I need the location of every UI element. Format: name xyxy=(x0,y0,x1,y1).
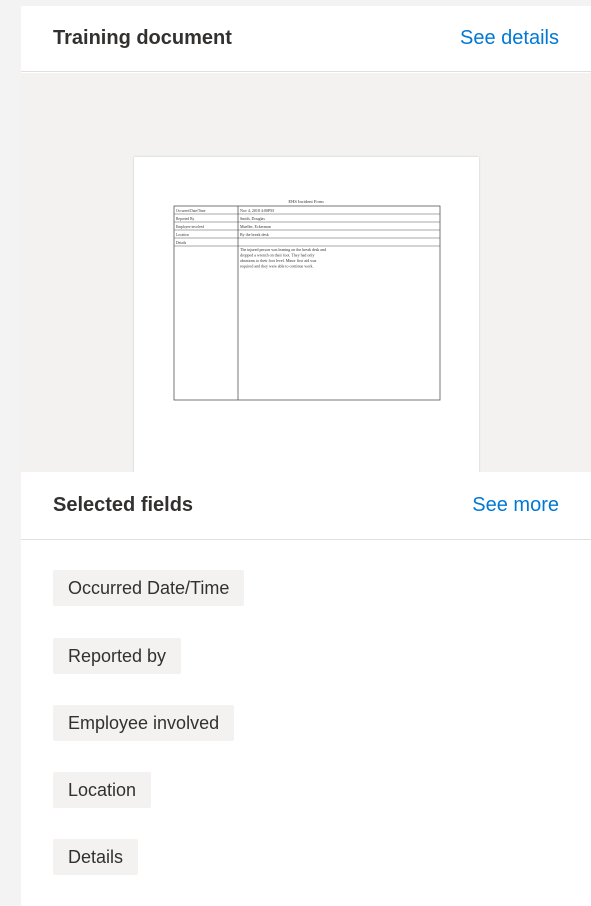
document-preview-area: EHS Incident Form Occurred Date/Time Nov… xyxy=(21,73,591,477)
doc-row-label: Location xyxy=(176,233,189,237)
doc-form-title: EHS Incident Form xyxy=(288,199,324,204)
doc-row-value: Smith, Douglas xyxy=(240,216,265,222)
doc-row-value: By the break desk xyxy=(240,232,269,237)
doc-row-label: Reported By xyxy=(176,217,194,221)
see-more-link[interactable]: See more xyxy=(472,494,559,517)
selected-fields-header: Selected fields See more xyxy=(21,472,591,540)
training-document-card: Training document See details EHS Incide… xyxy=(21,6,591,477)
doc-details-text: The injured person was leaning on the br… xyxy=(240,247,326,269)
training-document-header: Training document See details xyxy=(21,6,591,72)
doc-row-label: Employee involved xyxy=(176,225,204,229)
training-document-title: Training document xyxy=(53,27,232,49)
selected-fields-title: Selected fields xyxy=(53,494,194,516)
field-tag-reported-by[interactable]: Reported by xyxy=(53,638,182,674)
doc-row-label: Details xyxy=(176,241,187,245)
doc-row-label: Occurred Date/Time xyxy=(176,209,206,213)
field-tag-details[interactable]: Details xyxy=(53,839,139,875)
field-tag-occurred-date-time[interactable]: Occurred Date/Time xyxy=(53,570,245,606)
selected-fields-card: Selected fields See more Occurred Date/T… xyxy=(21,472,591,906)
document-form-image: EHS Incident Form Occurred Date/Time Nov… xyxy=(173,199,441,401)
see-details-link[interactable]: See details xyxy=(460,27,559,50)
doc-row-value: Mueller, Eckerman xyxy=(240,224,271,230)
document-thumbnail[interactable]: EHS Incident Form Occurred Date/Time Nov… xyxy=(134,157,479,477)
doc-row-value: Nov 4, 2018 4:00PM xyxy=(240,208,274,214)
field-tag-location[interactable]: Location xyxy=(53,772,152,808)
field-tag-employee-involved[interactable]: Employee involved xyxy=(53,705,235,741)
